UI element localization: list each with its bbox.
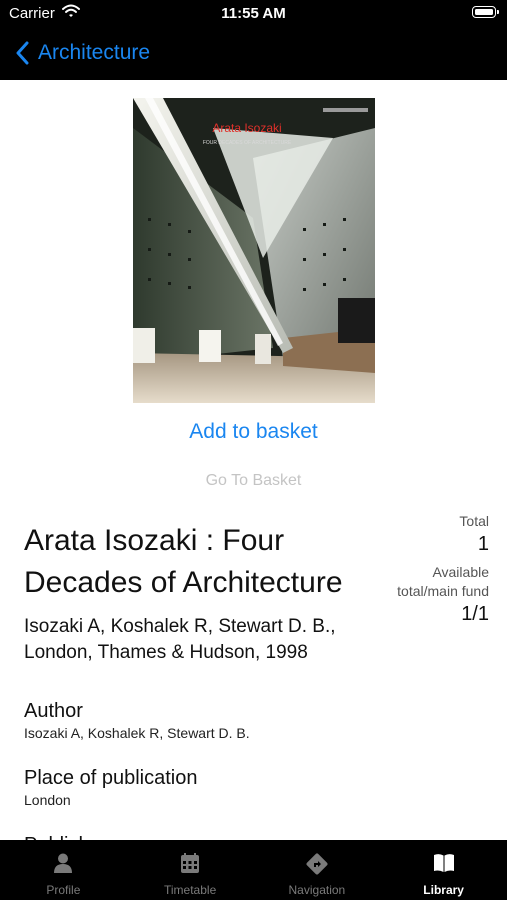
place-of-publication-field: Place of publication London xyxy=(24,765,197,809)
back-button-label: Architecture xyxy=(38,41,151,64)
book-summary: Isozaki A, Koshalek R, Stewart D. B., Lo… xyxy=(24,616,336,663)
go-to-basket-button[interactable]: Go To Basket xyxy=(0,472,507,490)
status-time: 11:55 AM xyxy=(221,5,286,22)
back-button[interactable]: Architecture xyxy=(16,38,150,68)
author-label: Author xyxy=(24,700,83,722)
available-label: Available total/main fund xyxy=(397,564,489,599)
total-label: Total xyxy=(459,513,489,529)
place-of-publication-value: London xyxy=(24,792,71,808)
book-icon xyxy=(432,852,456,879)
add-to-basket-button[interactable]: Add to basket xyxy=(0,420,507,444)
navigation-bar: Architecture xyxy=(0,28,507,80)
tab-timetable[interactable]: Timetable xyxy=(127,840,254,900)
total-value: 1 xyxy=(477,533,489,555)
tab-timetable-label: Timetable xyxy=(164,883,217,897)
place-of-publication-label: Place of publication xyxy=(24,767,198,789)
battery-icon xyxy=(472,6,499,18)
calendar-icon xyxy=(179,852,201,879)
copies-stats: Total 1 Available total/main fund 1/1 xyxy=(379,512,489,633)
book-title: Arata Isozaki : Four Decades of Architec… xyxy=(24,524,343,599)
tab-bar: Profile Timetable Navigation Library xyxy=(0,840,507,900)
author-field: Author Isozaki A, Koshalek R, Stewart D.… xyxy=(24,698,250,742)
tab-navigation[interactable]: Navigation xyxy=(254,840,381,900)
tab-library-label: Library xyxy=(423,883,464,897)
tab-navigation-label: Navigation xyxy=(288,883,346,897)
available-value: 1/1 xyxy=(461,603,489,625)
tab-library[interactable]: Library xyxy=(380,840,507,900)
directions-icon xyxy=(305,852,329,881)
chevron-left-icon xyxy=(16,41,29,65)
book-cover-image: Arata Isozaki FOUR DECADES OF ARCHITECTU… xyxy=(133,98,375,403)
person-icon xyxy=(52,852,74,879)
author-value: Isozaki A, Koshalek R, Stewart D. B. xyxy=(24,725,250,741)
cover-subtitle: FOUR DECADES OF ARCHITECTURE xyxy=(203,140,292,146)
cover-title: Arata Isozaki xyxy=(212,121,281,135)
status-bar: Carrier 11:55 AM xyxy=(0,0,507,28)
tab-profile-label: Profile xyxy=(46,883,81,897)
tab-profile[interactable]: Profile xyxy=(0,840,127,900)
